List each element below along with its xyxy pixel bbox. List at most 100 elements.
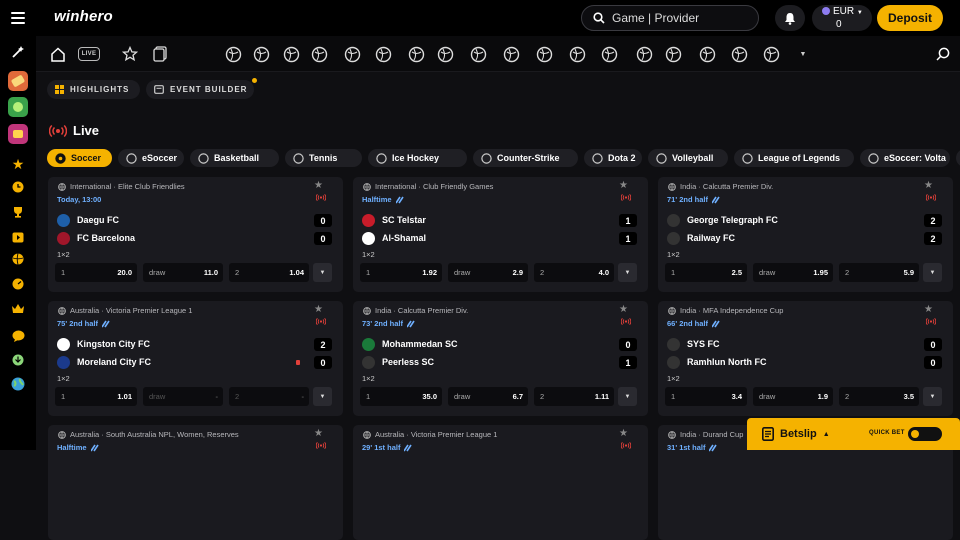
more-icon[interactable]: ▼ xyxy=(793,44,813,64)
odds-button[interactable]: 2 1.11 xyxy=(534,387,614,406)
favorite-star-icon[interactable]: ★ xyxy=(924,304,933,315)
deposit-button[interactable]: Deposit xyxy=(877,5,943,31)
odds-button[interactable]: draw 1.9 xyxy=(753,387,833,406)
odds-button[interactable]: 1 1.92 xyxy=(360,263,442,282)
live-icon[interactable]: LIVE xyxy=(78,47,100,61)
odds-button[interactable]: 1 20.0 xyxy=(55,263,137,282)
search-input[interactable]: Game | Provider xyxy=(581,5,759,31)
odds-button[interactable]: 1 35.0 xyxy=(360,387,442,406)
filter-chip-counter-strike[interactable]: Counter-Strike xyxy=(473,149,578,167)
odds-button[interactable]: 1 1.01 xyxy=(55,387,137,406)
speedometer-icon[interactable] xyxy=(8,274,28,294)
star-icon[interactable]: ★ xyxy=(8,154,28,174)
menu-icon[interactable] xyxy=(11,12,25,24)
filter-chip-ice-hockey[interactable]: Ice Hockey xyxy=(368,149,467,167)
odds-button[interactable]: 1 2.5 xyxy=(665,263,747,282)
video-icon[interactable] xyxy=(8,227,28,247)
trophy-icon[interactable] xyxy=(8,202,28,222)
odds-button[interactable]: 2 4.0 xyxy=(534,263,614,282)
odds-value: 3.4 xyxy=(731,392,742,401)
league-name: International · Club Friendly Games xyxy=(375,182,494,191)
home-team: Kingston City FC xyxy=(57,337,150,351)
esoccer-volta-icon[interactable] xyxy=(501,44,521,64)
dota-2-icon[interactable] xyxy=(406,44,426,64)
betslip-bar[interactable]: Betslip ▲ QUICK BET xyxy=(747,418,960,450)
crown-icon[interactable] xyxy=(8,298,28,318)
penalty-icon[interactable] xyxy=(534,44,554,64)
rugby-icon[interactable] xyxy=(761,44,781,64)
more-markets-button[interactable]: ▼ xyxy=(923,387,942,406)
favorite-star-icon[interactable]: ★ xyxy=(619,304,628,315)
basketball-icon[interactable] xyxy=(281,44,301,64)
filter-chip-eho[interactable]: eHo xyxy=(956,149,960,167)
counter-strike-icon[interactable] xyxy=(373,44,393,64)
filter-chip-soccer[interactable]: Soccer xyxy=(47,149,112,167)
event-card[interactable]: Australia · Victoria Premier League 1 ★ 29… xyxy=(353,425,648,540)
favorite-star-icon[interactable]: ★ xyxy=(924,180,933,191)
more-markets-button[interactable]: ▼ xyxy=(313,263,332,282)
event-card[interactable]: India · MFA Independence Cup ★ 66' 2nd hal… xyxy=(658,301,953,416)
wallet-balance[interactable]: EUR ▼ 0 xyxy=(812,5,872,31)
odds-button[interactable]: 1 3.4 xyxy=(665,387,747,406)
clock-icon[interactable] xyxy=(8,177,28,197)
favorite-star-icon[interactable]: ★ xyxy=(314,180,323,191)
favorites-icon[interactable] xyxy=(120,44,140,64)
favorite-star-icon[interactable]: ★ xyxy=(314,428,323,439)
ice-hockey-icon[interactable] xyxy=(342,44,362,64)
table-tennis-icon[interactable] xyxy=(599,44,619,64)
filter-chip-volleyball[interactable]: Volleyball xyxy=(648,149,728,167)
filter-chip-basketball[interactable]: Basketball xyxy=(190,149,279,167)
promo-tile-2[interactable] xyxy=(8,97,28,117)
download-icon[interactable] xyxy=(8,350,28,370)
betslips-icon[interactable] xyxy=(150,44,170,64)
more-markets-button[interactable]: ▼ xyxy=(313,387,332,406)
ball-icon[interactable] xyxy=(8,249,28,269)
filter-chip-esoccer[interactable]: eSoccer xyxy=(118,149,184,167)
odds-button[interactable]: draw 2.9 xyxy=(448,263,528,282)
event-card[interactable]: International · Elite Club Friendlies ★ To… xyxy=(48,177,343,292)
tennis-icon[interactable] xyxy=(309,44,329,64)
event-card[interactable]: Australia · South Australia NPL, Women, … xyxy=(48,425,343,540)
logo[interactable]: winhero xyxy=(54,8,113,25)
odds-button[interactable]: 2 1.04 xyxy=(229,263,309,282)
sports-search-icon[interactable] xyxy=(933,44,953,64)
handball-icon[interactable] xyxy=(663,44,683,64)
event-card[interactable]: India · Calcutta Premier Div. ★ 71' 2nd ha… xyxy=(658,177,953,292)
odds-button[interactable]: draw 11.0 xyxy=(143,263,223,282)
badminton-icon[interactable] xyxy=(634,44,654,64)
filter-chip-league-of-legends[interactable]: League of Legends xyxy=(734,149,854,167)
more-markets-button[interactable]: ▼ xyxy=(618,387,637,406)
more-markets-button[interactable]: ▼ xyxy=(618,263,637,282)
filter-chip-dota-2[interactable]: Dota 2 xyxy=(584,149,642,167)
league-of-legends-icon[interactable] xyxy=(468,44,488,64)
favorite-star-icon[interactable]: ★ xyxy=(619,428,628,439)
quick-bet-toggle[interactable] xyxy=(908,427,942,441)
globe-icon[interactable] xyxy=(8,374,28,394)
event-card[interactable]: International · Club Friendly Games ★ Half… xyxy=(353,177,648,292)
soccer-icon[interactable] xyxy=(223,44,243,64)
more-markets-button[interactable]: ▼ xyxy=(923,263,942,282)
volleyball-icon[interactable] xyxy=(435,44,455,64)
favorite-star-icon[interactable]: ★ xyxy=(314,304,323,315)
chat-icon[interactable] xyxy=(8,326,28,346)
favorite-star-icon[interactable]: ★ xyxy=(619,180,628,191)
tab-highlights[interactable]: HIGHLIGHTS xyxy=(47,80,140,99)
odds-button[interactable]: draw 6.7 xyxy=(448,387,528,406)
odds-button[interactable]: draw 1.95 xyxy=(753,263,833,282)
filter-chip-esoccer-volta[interactable]: eSoccer: Volta xyxy=(860,149,950,167)
odds-button[interactable]: 2 3.5 xyxy=(839,387,919,406)
baseball-icon[interactable] xyxy=(697,44,717,64)
promo-tile-1[interactable] xyxy=(8,71,28,91)
event-card[interactable]: Australia · Victoria Premier League 1 ★ 75… xyxy=(48,301,343,416)
tab-event-builder[interactable]: EVENT BUILDER xyxy=(146,78,257,99)
notifications-button[interactable] xyxy=(775,5,805,31)
ebasketball-icon[interactable] xyxy=(567,44,587,64)
home-icon[interactable] xyxy=(48,44,68,64)
magic-wand-icon[interactable] xyxy=(8,42,28,62)
odds-button[interactable]: 2 5.9 xyxy=(839,263,919,282)
event-card[interactable]: India · Calcutta Premier Div. ★ 73' 2nd ha… xyxy=(353,301,648,416)
promo-tile-3[interactable] xyxy=(8,124,28,144)
filter-chip-tennis[interactable]: Tennis xyxy=(285,149,362,167)
american-football-icon[interactable] xyxy=(729,44,749,64)
esoccer-icon[interactable] xyxy=(251,44,271,64)
